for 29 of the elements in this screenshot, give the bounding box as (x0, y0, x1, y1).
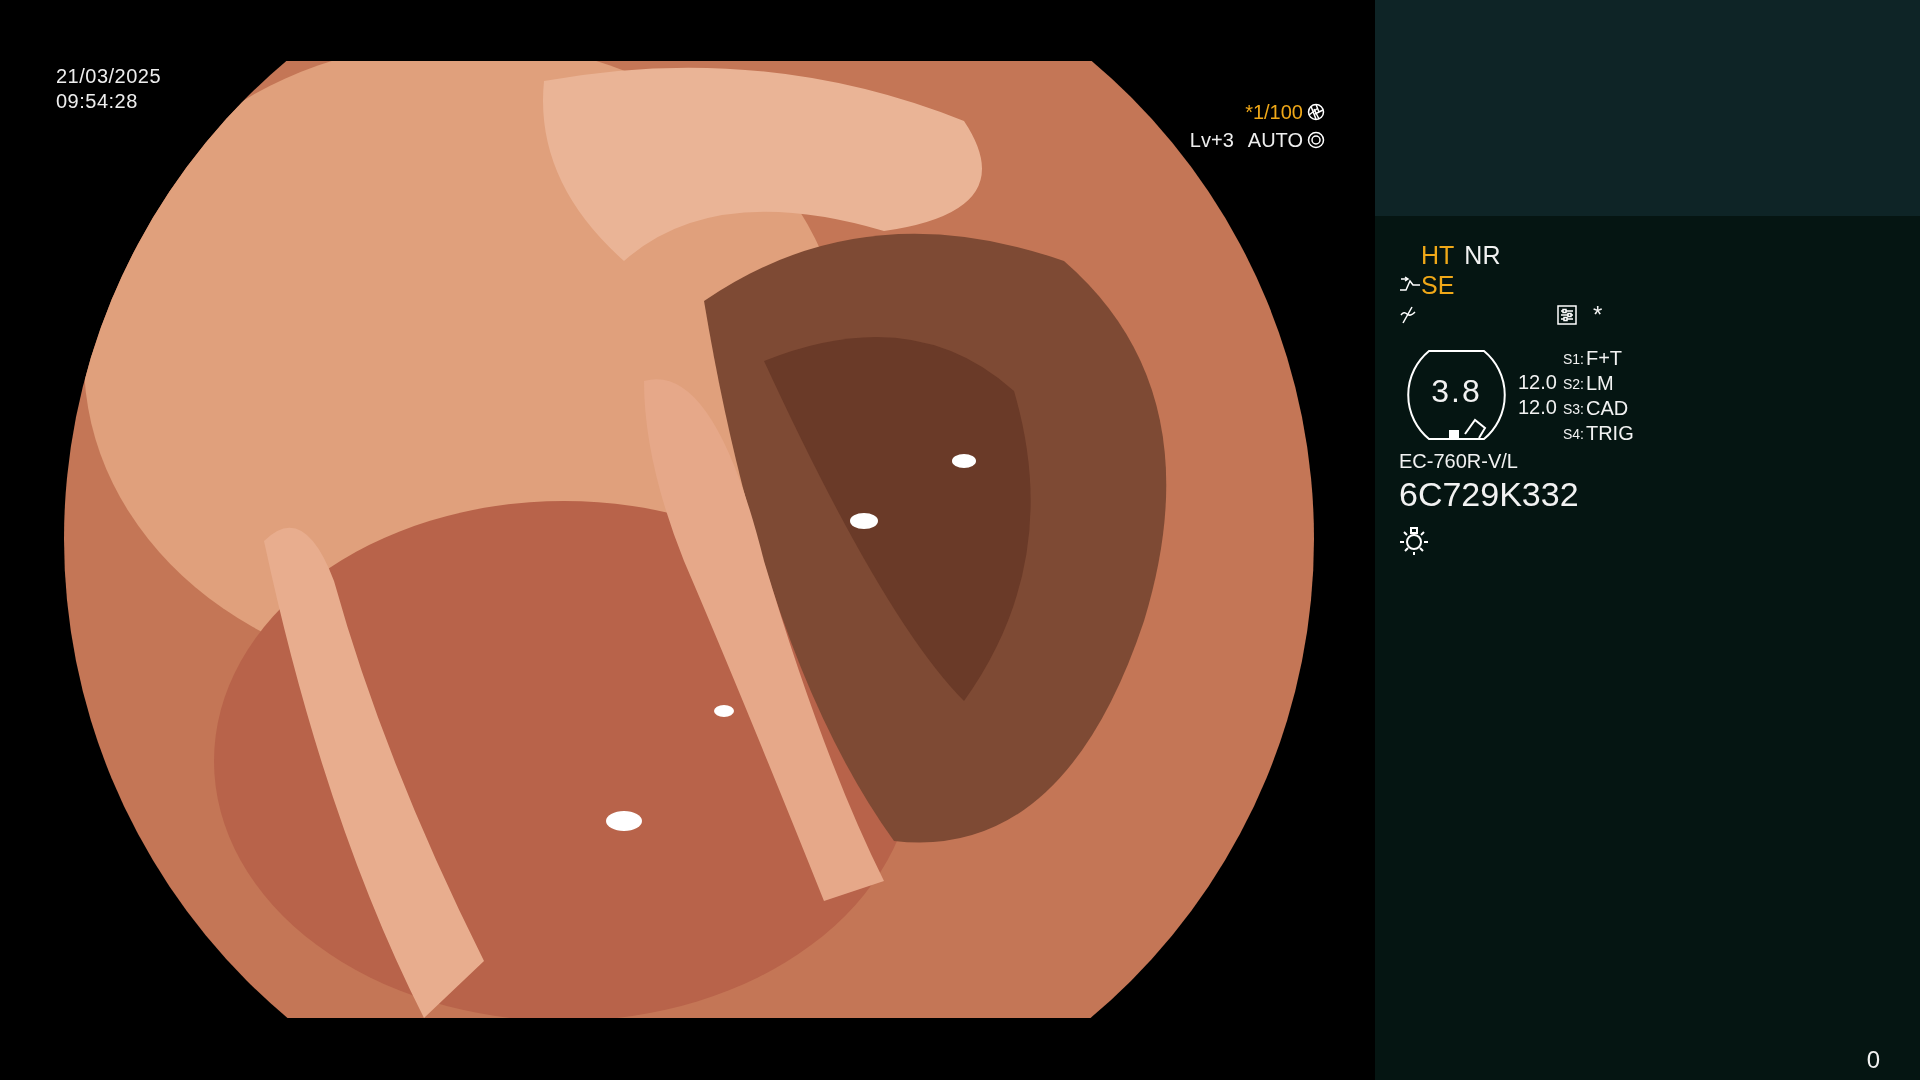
slash-wave-icon (1399, 306, 1417, 324)
shutter-speed-text: *1/100 (1245, 100, 1303, 125)
switch-function-text: CAD (1585, 397, 1629, 420)
enhancement-label: NR (1464, 240, 1501, 270)
curve-icon (1399, 276, 1421, 294)
scope-value-text: 3.8 (1431, 372, 1482, 410)
sliders-icon (1557, 305, 1577, 325)
light-level-text: Lv+3 (1189, 128, 1234, 153)
exposure-mode-text: AUTO (1247, 128, 1303, 153)
asterisk-text: * (1593, 301, 1603, 329)
counter-text: 0 (1866, 1046, 1880, 1074)
enhancement-label: HT (1421, 240, 1455, 270)
lamp-icon (1399, 526, 1429, 556)
scope-model-text: EC-760R-V/L (1399, 450, 1519, 473)
reading-text: 12.0 (1518, 370, 1557, 395)
switch-function-text: F+T (1585, 347, 1623, 370)
switch-key-text: S2: (1562, 375, 1584, 392)
enhancement-label: SE (1421, 270, 1455, 300)
switch-function-text: TRIG (1585, 422, 1634, 445)
serial-number-text: 6C729K332 (1399, 475, 1580, 514)
switch-function-text: LM (1585, 372, 1614, 395)
aperture-icon (1307, 131, 1325, 149)
aperture-icon (1307, 103, 1325, 121)
switch-key-text: S3: (1562, 400, 1584, 417)
time-text: 09:54:28 (56, 89, 139, 114)
reading-text: 12.0 (1518, 395, 1557, 420)
switch-key-text: S1: (1562, 350, 1584, 367)
switch-key-text: S4: (1562, 425, 1584, 442)
date-text: 21/03/2025 (56, 64, 162, 89)
